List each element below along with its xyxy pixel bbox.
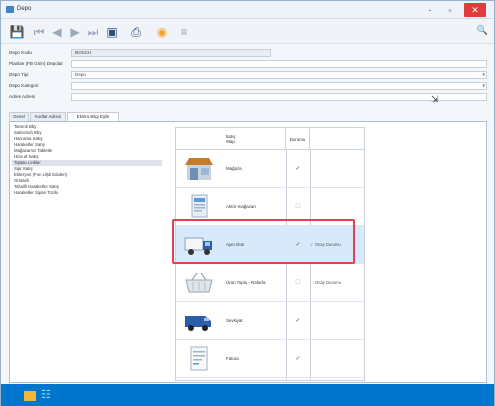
depo-adi-field[interactable]	[71, 60, 487, 68]
active-checkbox[interactable]: ✓	[287, 302, 309, 340]
tab-ekstra-bilgi[interactable]: Ekstra Bilgi Eşlik	[67, 112, 119, 121]
first-icon[interactable]: ⏮	[31, 24, 47, 40]
depo-kategori-select[interactable]: ▾	[71, 82, 487, 90]
tab-genel[interactable]: Genel	[9, 112, 29, 121]
depo-tipi-row: Depo Tipi Depo ▾	[9, 71, 487, 79]
active-checkbox[interactable]: ✓	[287, 340, 309, 378]
table-row[interactable]: Ürün Toplu - Rafarfa ☐ ☐ Onay Durumu	[176, 264, 364, 302]
depo-kodu-field[interactable]: BOSCH	[71, 49, 271, 57]
mouse-cursor-icon: ⇲	[431, 94, 439, 104]
approval-label: Onay Durumu	[314, 280, 341, 285]
row-name: Fatura	[226, 356, 239, 361]
print-icon[interactable]: ⎙	[128, 24, 144, 40]
document-icon[interactable]: ▣	[104, 24, 120, 40]
adres-label: Adres Adresi	[9, 94, 36, 99]
tab-kodlar-adresi[interactable]: Kodlar Adresi	[30, 112, 66, 121]
save-icon[interactable]: 💾	[9, 24, 25, 40]
highlight-box	[172, 219, 355, 264]
chevron-down-icon[interactable]: ▾	[482, 83, 485, 89]
title-bar: Depo - ▫ ✕	[1, 1, 494, 19]
status-bar: ☷	[1, 384, 494, 406]
maximize-button[interactable]: ▫	[441, 3, 459, 17]
store-icon	[183, 156, 215, 182]
depo-adi-row: Planlan (FB Girin) Depolar	[9, 60, 487, 68]
depo-kodu-row: Depo Kodu BOSCH	[9, 49, 479, 57]
table-row[interactable]: Sevkiyat ✓	[176, 302, 364, 340]
depo-kategori-label: Depo Kategori	[9, 83, 39, 88]
active-checkbox[interactable]: ☐	[287, 264, 309, 302]
adres-field[interactable]	[71, 93, 487, 101]
depo-tipi-value: Depo	[75, 72, 86, 77]
folder-icon[interactable]	[24, 391, 36, 401]
toolbar: 💾 ⏮ ◀ ▶ ⏭ ▣ ⎙ ◉ ≡ 🔍	[1, 20, 494, 44]
chevron-down-icon[interactable]: ▾	[482, 72, 485, 78]
previous-icon[interactable]: ◀	[49, 24, 65, 40]
invoice-icon	[183, 346, 215, 372]
table-row[interactable]: Mağaza ✓	[176, 150, 364, 188]
depo-kodu-label: Depo Kodu	[9, 50, 32, 55]
app-icon	[6, 6, 14, 13]
depo-tipi-select[interactable]: Depo ▾	[71, 71, 487, 79]
approval-status[interactable]: ☐ Onay Durumu	[310, 264, 341, 302]
row-name: Sevkiyat	[226, 318, 243, 323]
category-list: Tanımlı Bby Saticimuh Bby Harcama Satış …	[12, 124, 162, 196]
depo-tipi-label: Depo Tipi	[9, 72, 29, 77]
table-row[interactable]: Fatura ✓	[176, 340, 364, 378]
van-icon	[183, 308, 215, 334]
grid-icon[interactable]: ☷	[41, 390, 51, 401]
list-item[interactable]: Haraketler Siparı Tozilo	[12, 190, 162, 196]
grid-header: Satış Map Durumu	[176, 128, 364, 150]
search-icon[interactable]: 🔍	[477, 25, 488, 39]
minimize-button[interactable]: -	[421, 3, 439, 17]
depo-adi-label: Planlan (FB Girin) Depolar	[9, 61, 63, 66]
active-checkbox[interactable]: ✓	[287, 150, 309, 188]
last-icon[interactable]: ⏭	[85, 24, 101, 40]
close-button[interactable]: ✕	[464, 3, 486, 17]
header-type[interactable]: Satış Map	[176, 128, 286, 150]
next-icon[interactable]: ▶	[67, 24, 83, 40]
app-window: Depo - ▫ ✕ 💾 ⏮ ◀ ▶ ⏭ ▣ ⎙ ◉ ≡ 🔍 Depo Kodu…	[0, 0, 495, 406]
row-name: Ürün Toplu - Rafarfa	[226, 280, 266, 285]
bulb-icon[interactable]: ◉	[154, 24, 170, 40]
basket-icon	[183, 270, 215, 296]
adres-row: Adres Adresi	[9, 93, 487, 101]
row-name: Mağaza	[226, 166, 242, 171]
list-icon[interactable]: ≡	[176, 24, 192, 40]
document-icon	[183, 194, 215, 220]
header-active[interactable]: Durumu	[286, 128, 310, 150]
window-title: Depo	[17, 6, 32, 12]
depo-kategori-row: Depo Kategori ▾	[9, 82, 487, 90]
